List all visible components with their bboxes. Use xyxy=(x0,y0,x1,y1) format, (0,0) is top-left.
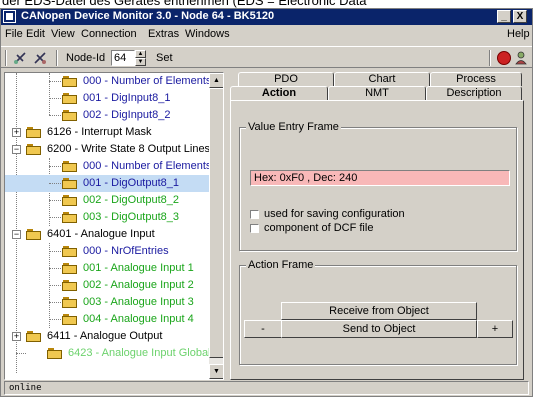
node-id-label: Node-Id xyxy=(66,52,106,64)
title-bar: CANopen Device Monitor 3.0 - Node 64 - B… xyxy=(1,9,532,25)
toolbar-separator xyxy=(5,50,7,66)
send-to-object-button[interactable]: Send to Object xyxy=(281,320,477,338)
tree-node[interactable]: 000 - Number of Elements xyxy=(5,158,211,175)
tree-node[interactable]: 002 - Analogue Input 2 xyxy=(5,277,209,294)
tree-scrollbar[interactable]: ▲ ▼ xyxy=(209,73,223,379)
tab-chart[interactable]: Chart xyxy=(334,72,430,86)
tree-node-selected[interactable]: 001 - DigOutput8_1 xyxy=(5,175,209,192)
scroll-up-icon[interactable]: ▲ xyxy=(209,73,223,88)
folder-icon xyxy=(62,280,78,291)
node-id-input[interactable]: 64 xyxy=(111,50,135,66)
menu-extras[interactable]: Extras xyxy=(148,28,179,40)
spin-down-icon[interactable]: ▼ xyxy=(135,58,146,66)
close-button[interactable]: X xyxy=(513,10,527,23)
value-entry-frame: Value Entry Frame Hex: 0xF0 , Dec: 240 u… xyxy=(239,121,517,251)
object-tree[interactable]: 000 - Number of Elements 001 - DigInput8… xyxy=(4,72,224,380)
menu-help[interactable]: Help xyxy=(507,28,530,40)
user-icon[interactable] xyxy=(515,51,527,65)
saving-config-label: used for saving configuration xyxy=(264,208,405,220)
tab-pdo[interactable]: PDO xyxy=(238,72,334,86)
toolbar-separator xyxy=(56,50,58,66)
toolbar-separator xyxy=(489,50,491,66)
connect-icon[interactable] xyxy=(13,51,27,65)
folder-icon xyxy=(62,76,78,87)
background-document-text: der EDS-Datei des Gerätes entnehmen (EDS… xyxy=(0,0,533,8)
expand-icon[interactable]: + xyxy=(12,332,21,341)
tree-node[interactable]: 6423 - Analogue Input Global xyxy=(5,345,211,362)
tree-node[interactable]: − 6401 - Analogue Input xyxy=(5,226,209,243)
value-entry-frame-title: Value Entry Frame xyxy=(246,121,341,133)
tree-node[interactable]: 001 - DigInput8_1 xyxy=(5,90,209,107)
action-tab-page: Value Entry Frame Hex: 0xF0 , Dec: 240 u… xyxy=(230,100,524,380)
detail-panel: PDO Chart Process Action NMT Description… xyxy=(230,72,528,380)
menu-bar: File Edit View Connection Extras Windows… xyxy=(1,26,532,44)
tree-node[interactable]: 001 - Analogue Input 1 xyxy=(5,260,209,277)
folder-icon xyxy=(62,246,78,257)
menu-windows[interactable]: Windows xyxy=(185,28,230,40)
folder-icon xyxy=(47,348,63,359)
collapse-icon[interactable]: − xyxy=(12,230,21,239)
tree-node[interactable]: − 6200 - Write State 8 Output Lines xyxy=(5,141,210,158)
tree-node[interactable]: + 6411 - Analogue Output xyxy=(5,328,209,345)
folder-icon xyxy=(62,93,78,104)
value-entry-field[interactable]: Hex: 0xF0 , Dec: 240 xyxy=(250,170,510,186)
tree-node[interactable]: 000 - Number of Elements xyxy=(5,73,211,90)
action-frame-title: Action Frame xyxy=(246,259,316,271)
folder-icon xyxy=(62,110,78,121)
tree-node[interactable]: 003 - Analogue Input 3 xyxy=(5,294,209,311)
spin-up-icon[interactable]: ▲ xyxy=(135,50,146,58)
tab-action[interactable]: Action xyxy=(230,86,328,100)
scroll-thumb[interactable] xyxy=(209,88,223,358)
menu-file[interactable]: File xyxy=(5,28,23,40)
folder-icon xyxy=(26,127,42,138)
toolbar: Node-Id 64 ▲ ▼ Set xyxy=(1,46,532,68)
tree-node[interactable]: 002 - DigInput8_2 xyxy=(5,107,209,124)
tab-nmt[interactable]: NMT xyxy=(328,86,426,100)
tab-process[interactable]: Process xyxy=(430,72,522,86)
folder-icon xyxy=(62,212,78,223)
scroll-down-icon[interactable]: ▼ xyxy=(209,364,223,379)
folder-icon xyxy=(26,331,42,342)
folder-icon xyxy=(62,263,78,274)
tab-description[interactable]: Description xyxy=(426,86,522,100)
app-icon xyxy=(3,10,16,23)
receive-from-object-button[interactable]: Receive from Object xyxy=(281,302,477,320)
menu-view[interactable]: View xyxy=(51,28,75,40)
stop-icon[interactable] xyxy=(497,51,511,65)
tree-node[interactable]: 003 - DigOutput8_3 xyxy=(5,209,209,226)
set-button[interactable]: Set xyxy=(156,52,173,64)
tree-node[interactable]: 004 - Analogue Input 4 xyxy=(5,311,209,328)
tree-node[interactable]: 000 - NrOfEntries xyxy=(5,243,209,260)
decrement-button[interactable]: - xyxy=(244,320,282,338)
dcf-file-checkbox[interactable] xyxy=(250,224,259,233)
window-title: CANopen Device Monitor 3.0 - Node 64 - B… xyxy=(21,10,275,22)
action-frame: Action Frame Receive from Object - Send … xyxy=(239,259,517,365)
folder-icon xyxy=(62,161,78,172)
increment-button[interactable]: + xyxy=(477,320,513,338)
disconnect-icon[interactable] xyxy=(33,51,47,65)
dcf-file-label: component of DCF file xyxy=(264,222,374,234)
expand-icon[interactable]: + xyxy=(12,128,21,137)
tree-node[interactable]: + 6126 - Interrupt Mask xyxy=(5,124,209,141)
saving-config-checkbox[interactable] xyxy=(250,210,259,219)
folder-open-icon xyxy=(62,178,78,189)
folder-icon xyxy=(62,297,78,308)
collapse-icon[interactable]: − xyxy=(12,145,21,154)
application-window: CANopen Device Monitor 3.0 - Node 64 - B… xyxy=(0,8,533,397)
menu-connection[interactable]: Connection xyxy=(81,28,137,40)
folder-open-icon xyxy=(26,229,42,240)
folder-open-icon xyxy=(26,144,42,155)
status-text: online xyxy=(9,383,42,393)
node-id-spinner[interactable]: ▲ ▼ xyxy=(135,50,146,66)
minimize-button[interactable]: _ xyxy=(497,10,511,23)
folder-icon xyxy=(62,195,78,206)
folder-icon xyxy=(62,314,78,325)
tree-node[interactable]: 002 - DigOutput8_2 xyxy=(5,192,209,209)
menu-edit[interactable]: Edit xyxy=(26,28,45,40)
status-bar: online xyxy=(4,381,529,395)
